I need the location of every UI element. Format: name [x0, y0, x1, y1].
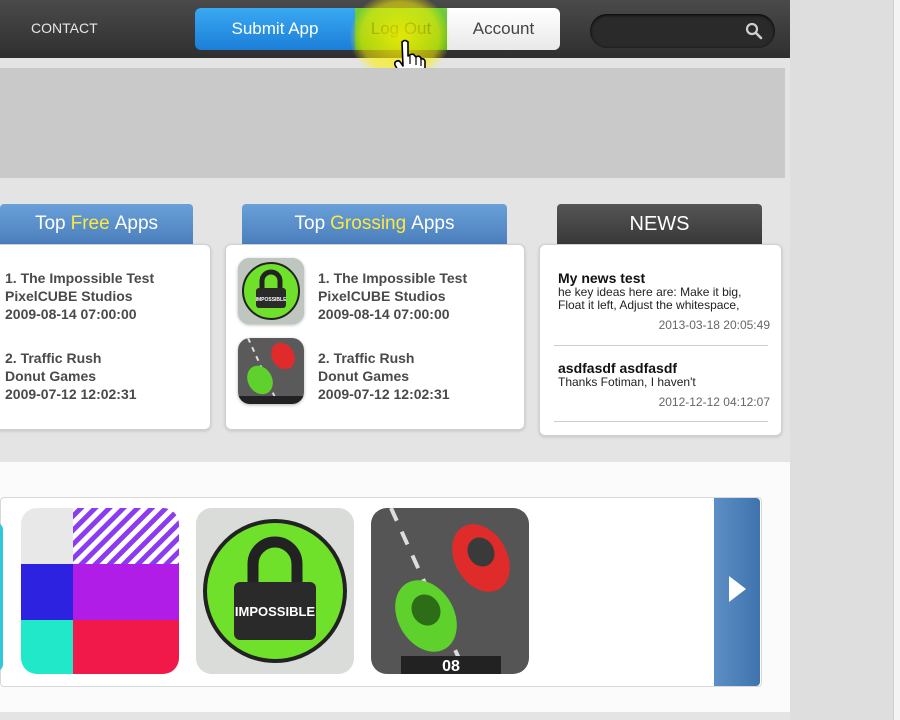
carousel-partial-tile[interactable]	[0, 522, 3, 672]
header-suffix: Apps	[411, 213, 455, 234]
header-prefix: Top	[294, 213, 326, 234]
free-app-entry-1[interactable]: 1. The Impossible Test PixelCUBE Studios…	[5, 269, 154, 323]
app-carousel: IMPOSSIBLE 08	[0, 497, 762, 687]
search-input[interactable]	[600, 20, 744, 44]
news-item-2[interactable]: asdfasdf asdfasdf Thanks Fotiman, I have…	[558, 360, 770, 409]
submit-app-button[interactable]: Submit App	[195, 8, 355, 50]
news-panel: My news test he key ideas here are: Make…	[539, 244, 782, 436]
news-divider	[554, 345, 768, 346]
carousel-tile-colors[interactable]	[21, 508, 179, 674]
account-button-group: Submit App Log Out Account	[195, 8, 560, 50]
news-date: 2013-03-18 20:05:49	[658, 318, 770, 332]
search-box	[590, 14, 775, 48]
news-body: he key ideas here are: Make it big, Floa…	[558, 285, 742, 312]
window-edge	[893, 0, 900, 720]
carousel-next-button[interactable]	[714, 498, 760, 686]
impossible-test-icon[interactable]: IMPOSSIBLE	[238, 258, 304, 324]
impossible-lock-text: IMPOSSIBLE	[256, 297, 288, 303]
grossing-app-entry-1[interactable]: 1. The Impossible Test PixelCUBE Studios…	[318, 269, 467, 323]
app-title: 2. Traffic Rush	[318, 350, 415, 366]
top-grossing-apps-panel: IMPOSSIBLE 1. The Impossible Test PixelC…	[225, 244, 525, 430]
impossible-tile-label: IMPOSSIBLE	[235, 604, 316, 619]
app-title: 1. The Impossible Test	[5, 270, 155, 286]
account-button[interactable]: Account	[447, 8, 560, 50]
news-item-1[interactable]: My news test he key ideas here are: Make…	[558, 270, 770, 332]
news-divider	[554, 421, 768, 422]
traffic-rush-icon[interactable]	[238, 338, 304, 404]
search-icon[interactable]	[745, 22, 763, 40]
news-date: 2012-12-12 04:12:07	[658, 395, 770, 409]
header-highlight: Free	[70, 213, 110, 234]
page-side-background	[790, 0, 900, 720]
app-date: 2009-08-14 07:00:00	[5, 306, 137, 322]
app-developer: PixelCUBE Studios	[318, 288, 446, 304]
carousel-tile-impossible[interactable]: IMPOSSIBLE	[196, 508, 354, 674]
play-arrow-icon	[729, 576, 746, 602]
free-app-entry-2[interactable]: 2. Traffic Rush Donut Games 2009-07-12 1…	[5, 349, 137, 403]
header-suffix: Apps	[114, 213, 159, 234]
carousel-tile-traffic-rush[interactable]: 08	[371, 508, 529, 674]
app-developer: Donut Games	[5, 368, 97, 384]
news-body: Thanks Fotiman, I haven't	[558, 375, 696, 389]
traffic-score-text: 08	[442, 658, 460, 674]
grossing-app-entry-2[interactable]: 2. Traffic Rush Donut Games 2009-07-12 1…	[318, 349, 450, 403]
app-date: 2009-08-14 07:00:00	[318, 306, 450, 322]
news-title: asdfasdf asdfasdf	[558, 360, 678, 376]
banner-area	[0, 68, 785, 178]
news-title: My news test	[558, 270, 646, 286]
app-title: 1. The Impossible Test	[318, 270, 468, 286]
top-grossing-apps-header: Top Grossing Apps	[242, 204, 507, 244]
app-date: 2009-07-12 12:02:31	[318, 386, 450, 402]
news-header: NEWS	[557, 204, 762, 244]
header-prefix: Top	[34, 213, 66, 234]
top-free-apps-panel: 1. The Impossible Test PixelCUBE Studios…	[0, 244, 211, 430]
app-developer: PixelCUBE Studios	[5, 288, 133, 304]
app-title: 2. Traffic Rush	[5, 350, 102, 366]
app-developer: Donut Games	[318, 368, 410, 384]
nav-contact-link[interactable]: CONTACT	[31, 20, 98, 36]
app-date: 2009-07-12 12:02:31	[5, 386, 137, 402]
header-highlight: Grossing	[330, 213, 407, 234]
top-free-apps-header: Top Free Apps	[0, 204, 193, 244]
